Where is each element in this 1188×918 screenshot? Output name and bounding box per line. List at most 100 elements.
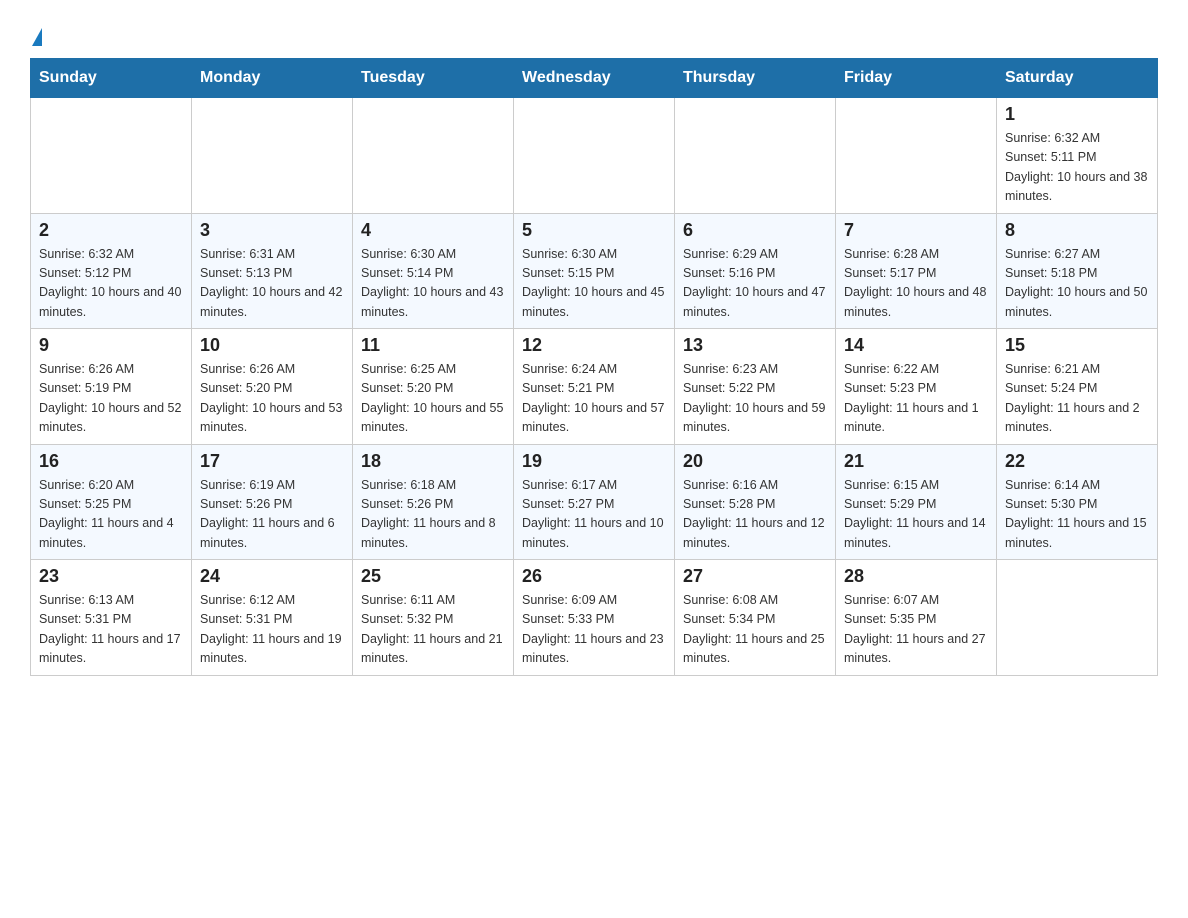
calendar-cell: 14 Sunrise: 6:22 AMSunset: 5:23 PMDayligh… xyxy=(836,329,997,445)
calendar-cell xyxy=(675,98,836,214)
calendar-cell xyxy=(997,560,1158,676)
day-number: 15 xyxy=(1005,335,1149,356)
calendar-cell: 13Sunrise: 6:23 AMSunset: 5:22 PMDayligh… xyxy=(675,329,836,445)
calendar-cell xyxy=(514,98,675,214)
calendar-cell: 16 Sunrise: 6:20 AMSunset: 5:25 PMDayligh… xyxy=(31,444,192,560)
day-number: 26 xyxy=(522,566,666,587)
day-info: Sunrise: 6:26 AMSunset: 5:19 PMDaylight:… xyxy=(39,360,183,438)
day-number: 9 xyxy=(39,335,183,356)
day-info: Sunrise: 6:09 AMSunset: 5:33 PMDaylight:… xyxy=(522,591,666,669)
weekday-header-thursday: Thursday xyxy=(675,59,836,98)
calendar-cell: 9 Sunrise: 6:26 AMSunset: 5:19 PMDaylight… xyxy=(31,329,192,445)
weekday-header-friday: Friday xyxy=(836,59,997,98)
day-number: 17 xyxy=(200,451,344,472)
calendar-cell: 27 Sunrise: 6:08 AMSunset: 5:34 PMDayligh… xyxy=(675,560,836,676)
calendar-week-row: 23 Sunrise: 6:13 AMSunset: 5:31 PMDayligh… xyxy=(31,560,1158,676)
calendar-cell: 19 Sunrise: 6:17 AMSunset: 5:27 PMDayligh… xyxy=(514,444,675,560)
day-number: 16 xyxy=(39,451,183,472)
page-header xyxy=(30,20,1158,48)
day-number: 22 xyxy=(1005,451,1149,472)
day-info: Sunrise: 6:15 AMSunset: 5:29 PMDaylight:… xyxy=(844,476,988,554)
calendar-cell: 10 Sunrise: 6:26 AMSunset: 5:20 PMDayligh… xyxy=(192,329,353,445)
calendar-cell: 28 Sunrise: 6:07 AMSunset: 5:35 PMDayligh… xyxy=(836,560,997,676)
day-info: Sunrise: 6:20 AMSunset: 5:25 PMDaylight:… xyxy=(39,476,183,554)
calendar-cell: 25 Sunrise: 6:11 AMSunset: 5:32 PMDayligh… xyxy=(353,560,514,676)
calendar-cell xyxy=(31,98,192,214)
calendar-cell: 15 Sunrise: 6:21 AMSunset: 5:24 PMDayligh… xyxy=(997,329,1158,445)
day-number: 20 xyxy=(683,451,827,472)
weekday-header-wednesday: Wednesday xyxy=(514,59,675,98)
day-number: 4 xyxy=(361,220,505,241)
weekday-header-tuesday: Tuesday xyxy=(353,59,514,98)
calendar-cell: 12 Sunrise: 6:24 AMSunset: 5:21 PMDayligh… xyxy=(514,329,675,445)
day-info: Sunrise: 6:31 AMSunset: 5:13 PMDaylight:… xyxy=(200,245,344,323)
day-info: Sunrise: 6:23 AMSunset: 5:22 PMDaylight:… xyxy=(683,360,827,438)
calendar-cell xyxy=(836,98,997,214)
day-info: Sunrise: 6:08 AMSunset: 5:34 PMDaylight:… xyxy=(683,591,827,669)
day-info: Sunrise: 6:26 AMSunset: 5:20 PMDaylight:… xyxy=(200,360,344,438)
calendar-cell: 6Sunrise: 6:29 AMSunset: 5:16 PMDaylight… xyxy=(675,213,836,329)
day-number: 18 xyxy=(361,451,505,472)
weekday-header-sunday: Sunday xyxy=(31,59,192,98)
day-info: Sunrise: 6:28 AMSunset: 5:17 PMDaylight:… xyxy=(844,245,988,323)
day-info: Sunrise: 6:07 AMSunset: 5:35 PMDaylight:… xyxy=(844,591,988,669)
calendar-cell: 11 Sunrise: 6:25 AMSunset: 5:20 PMDayligh… xyxy=(353,329,514,445)
logo-triangle-icon xyxy=(32,28,42,46)
calendar-week-row: 2Sunrise: 6:32 AMSunset: 5:12 PMDaylight… xyxy=(31,213,1158,329)
calendar-cell: 17 Sunrise: 6:19 AMSunset: 5:26 PMDayligh… xyxy=(192,444,353,560)
calendar-cell: 7Sunrise: 6:28 AMSunset: 5:17 PMDaylight… xyxy=(836,213,997,329)
day-info: Sunrise: 6:30 AMSunset: 5:15 PMDaylight:… xyxy=(522,245,666,323)
day-info: Sunrise: 6:25 AMSunset: 5:20 PMDaylight:… xyxy=(361,360,505,438)
calendar-week-row: 9 Sunrise: 6:26 AMSunset: 5:19 PMDaylight… xyxy=(31,329,1158,445)
calendar-cell: 4 Sunrise: 6:30 AMSunset: 5:14 PMDaylight… xyxy=(353,213,514,329)
calendar-cell: 1Sunrise: 6:32 AMSunset: 5:11 PMDaylight… xyxy=(997,98,1158,214)
calendar-cell xyxy=(353,98,514,214)
calendar-cell: 2Sunrise: 6:32 AMSunset: 5:12 PMDaylight… xyxy=(31,213,192,329)
calendar-cell: 21 Sunrise: 6:15 AMSunset: 5:29 PMDayligh… xyxy=(836,444,997,560)
calendar-cell: 8 Sunrise: 6:27 AMSunset: 5:18 PMDaylight… xyxy=(997,213,1158,329)
calendar-cell xyxy=(192,98,353,214)
day-number: 8 xyxy=(1005,220,1149,241)
day-info: Sunrise: 6:30 AMSunset: 5:14 PMDaylight:… xyxy=(361,245,505,323)
weekday-header-saturday: Saturday xyxy=(997,59,1158,98)
day-info: Sunrise: 6:27 AMSunset: 5:18 PMDaylight:… xyxy=(1005,245,1149,323)
day-number: 25 xyxy=(361,566,505,587)
day-info: Sunrise: 6:24 AMSunset: 5:21 PMDaylight:… xyxy=(522,360,666,438)
weekday-header-monday: Monday xyxy=(192,59,353,98)
logo-top xyxy=(30,20,42,48)
day-number: 24 xyxy=(200,566,344,587)
day-info: Sunrise: 6:11 AMSunset: 5:32 PMDaylight:… xyxy=(361,591,505,669)
day-info: Sunrise: 6:12 AMSunset: 5:31 PMDaylight:… xyxy=(200,591,344,669)
calendar-cell: 18 Sunrise: 6:18 AMSunset: 5:26 PMDayligh… xyxy=(353,444,514,560)
calendar-cell: 23 Sunrise: 6:13 AMSunset: 5:31 PMDayligh… xyxy=(31,560,192,676)
calendar-week-row: 1Sunrise: 6:32 AMSunset: 5:11 PMDaylight… xyxy=(31,98,1158,214)
day-number: 21 xyxy=(844,451,988,472)
day-info: Sunrise: 6:32 AMSunset: 5:11 PMDaylight:… xyxy=(1005,129,1149,207)
day-number: 10 xyxy=(200,335,344,356)
day-info: Sunrise: 6:13 AMSunset: 5:31 PMDaylight:… xyxy=(39,591,183,669)
day-number: 3 xyxy=(200,220,344,241)
day-number: 14 xyxy=(844,335,988,356)
calendar-week-row: 16 Sunrise: 6:20 AMSunset: 5:25 PMDayligh… xyxy=(31,444,1158,560)
day-number: 23 xyxy=(39,566,183,587)
day-info: Sunrise: 6:19 AMSunset: 5:26 PMDaylight:… xyxy=(200,476,344,554)
calendar-cell: 20 Sunrise: 6:16 AMSunset: 5:28 PMDayligh… xyxy=(675,444,836,560)
day-number: 11 xyxy=(361,335,505,356)
calendar-cell: 24 Sunrise: 6:12 AMSunset: 5:31 PMDayligh… xyxy=(192,560,353,676)
calendar-cell: 3 Sunrise: 6:31 AMSunset: 5:13 PMDaylight… xyxy=(192,213,353,329)
day-number: 5 xyxy=(522,220,666,241)
day-number: 2 xyxy=(39,220,183,241)
calendar-table: SundayMondayTuesdayWednesdayThursdayFrid… xyxy=(30,58,1158,676)
day-number: 12 xyxy=(522,335,666,356)
day-info: Sunrise: 6:18 AMSunset: 5:26 PMDaylight:… xyxy=(361,476,505,554)
day-number: 19 xyxy=(522,451,666,472)
day-number: 27 xyxy=(683,566,827,587)
day-number: 28 xyxy=(844,566,988,587)
day-info: Sunrise: 6:17 AMSunset: 5:27 PMDaylight:… xyxy=(522,476,666,554)
day-info: Sunrise: 6:21 AMSunset: 5:24 PMDaylight:… xyxy=(1005,360,1149,438)
day-info: Sunrise: 6:22 AMSunset: 5:23 PMDaylight:… xyxy=(844,360,988,438)
day-number: 6 xyxy=(683,220,827,241)
calendar-cell: 5 Sunrise: 6:30 AMSunset: 5:15 PMDaylight… xyxy=(514,213,675,329)
calendar-cell: 26 Sunrise: 6:09 AMSunset: 5:33 PMDayligh… xyxy=(514,560,675,676)
day-info: Sunrise: 6:16 AMSunset: 5:28 PMDaylight:… xyxy=(683,476,827,554)
